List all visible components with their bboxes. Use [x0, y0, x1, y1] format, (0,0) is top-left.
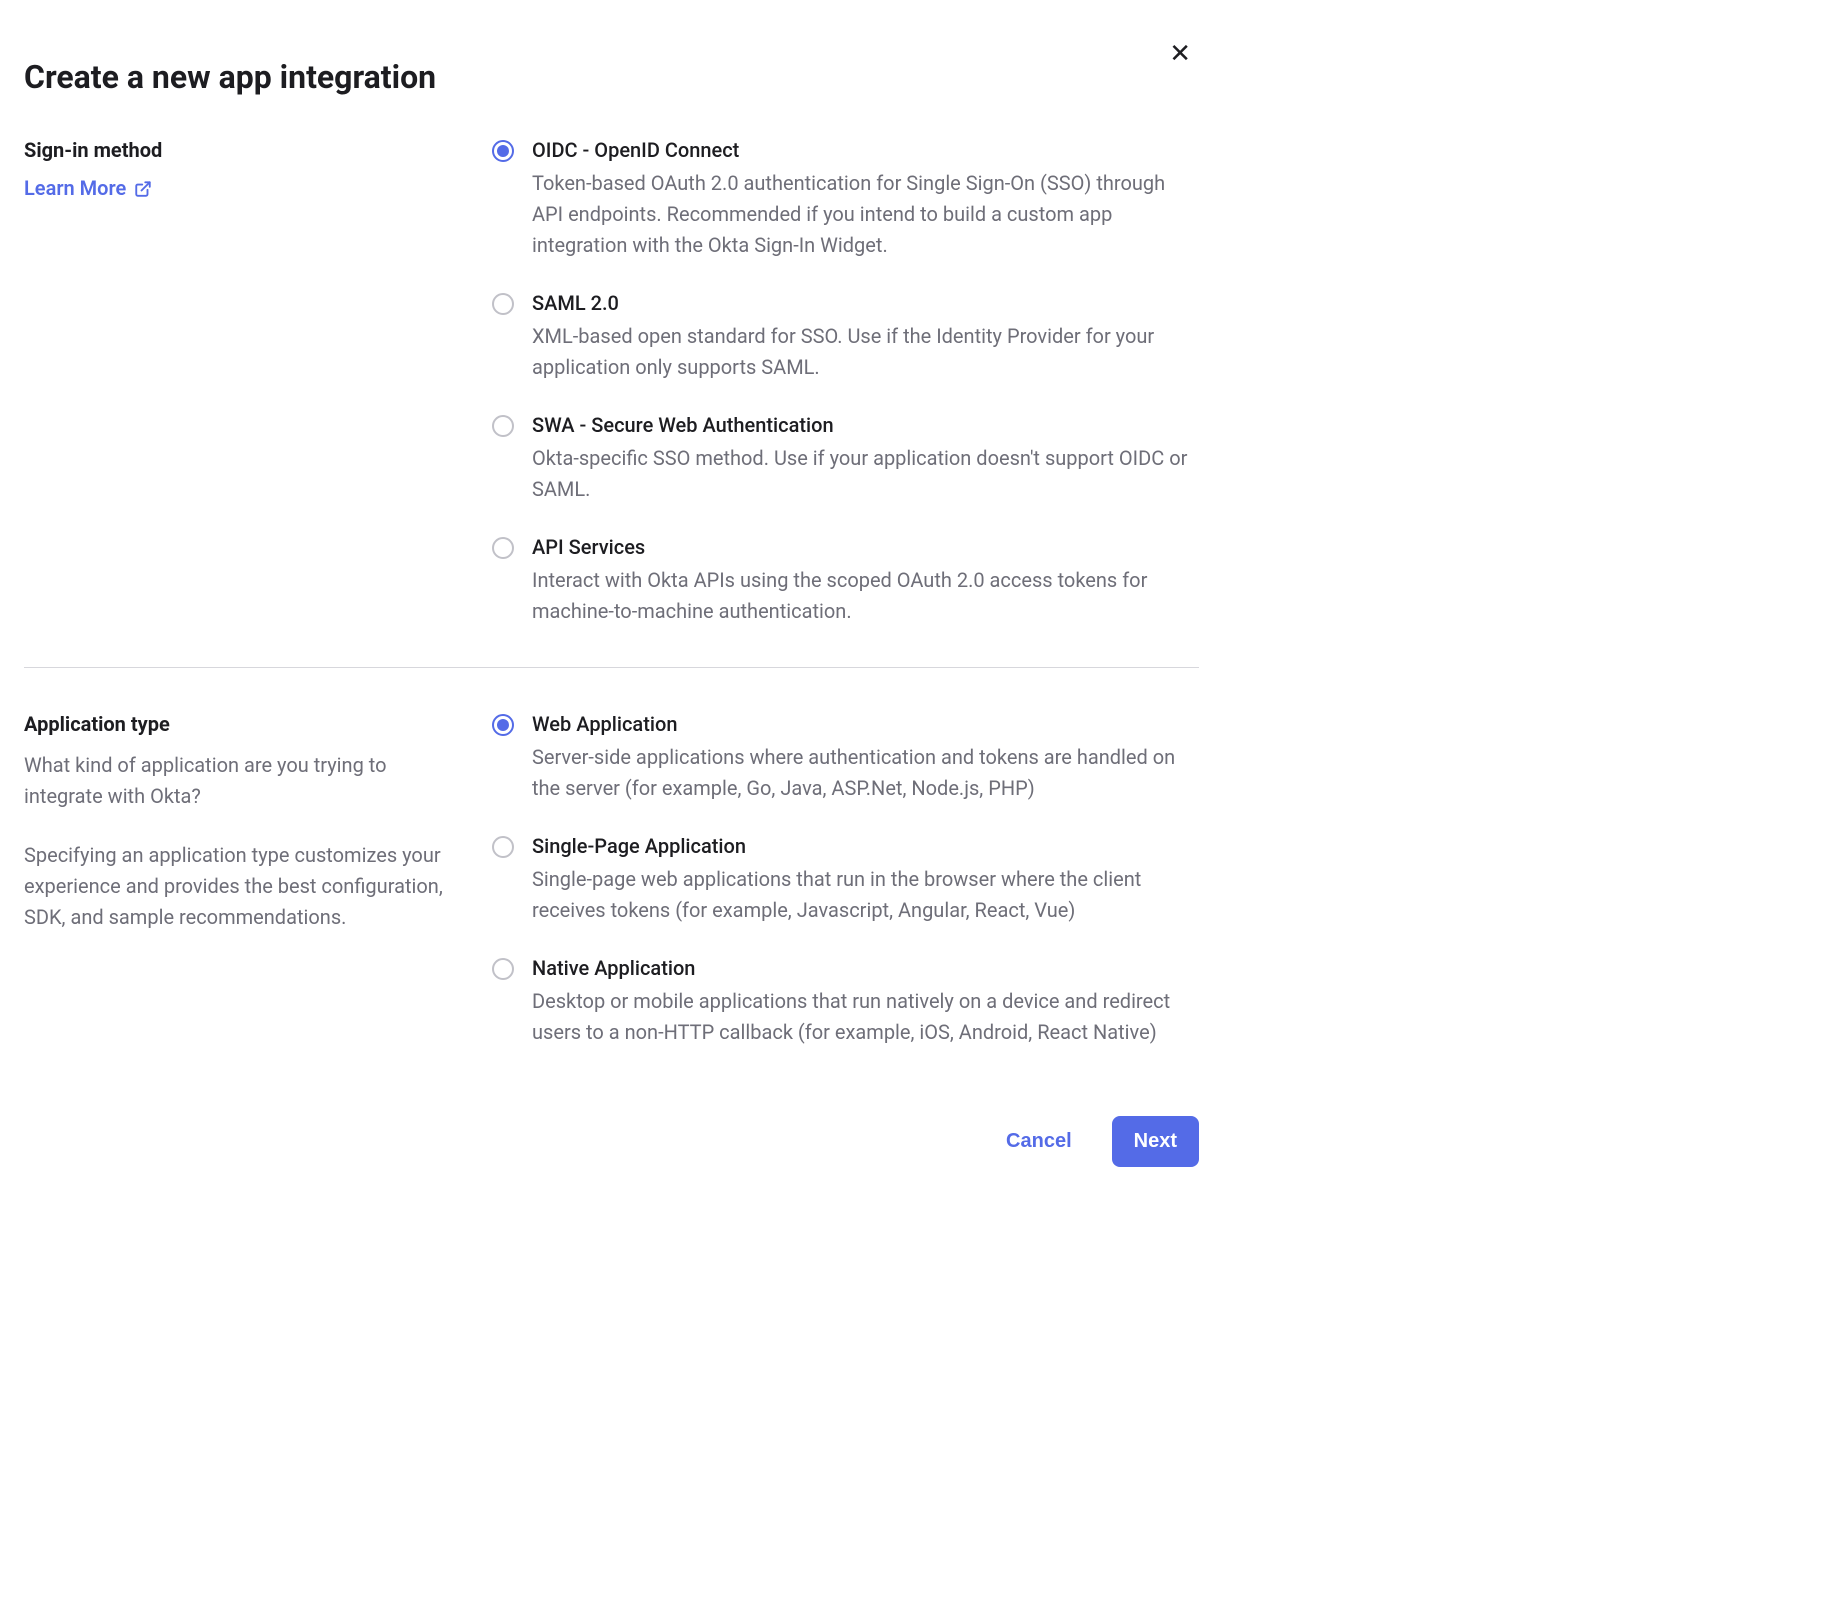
application-type-para-2: Specifying an application type customize…: [24, 840, 462, 933]
option-title: OIDC - OpenID Connect: [532, 138, 1199, 162]
option-desc: Interact with Okta APIs using the scoped…: [532, 565, 1199, 627]
radio-icon: [492, 537, 514, 559]
option-spa[interactable]: Single-Page Application Single-page web …: [492, 834, 1199, 926]
application-type-heading: Application type: [24, 712, 462, 736]
option-desc: Okta-specific SSO method. Use if your ap…: [532, 443, 1199, 505]
learn-more-link[interactable]: Learn More: [24, 176, 152, 200]
learn-more-label: Learn More: [24, 176, 126, 200]
radio-icon: [492, 293, 514, 315]
application-type-options: Web Application Server-side applications…: [492, 712, 1199, 1048]
radio-icon: [492, 714, 514, 736]
option-api-services[interactable]: API Services Interact with Okta APIs usi…: [492, 535, 1199, 627]
option-desc: XML-based open standard for SSO. Use if …: [532, 321, 1199, 383]
external-link-icon: [134, 179, 152, 197]
option-title: Single-Page Application: [532, 834, 1199, 858]
section-application-type: Application type What kind of applicatio…: [24, 667, 1199, 1088]
next-button[interactable]: Next: [1112, 1116, 1199, 1167]
option-desc: Server-side applications where authentic…: [532, 742, 1199, 804]
option-desc: Desktop or mobile applications that run …: [532, 986, 1199, 1048]
radio-icon: [492, 958, 514, 980]
option-title: API Services: [532, 535, 1199, 559]
option-title: SAML 2.0: [532, 291, 1199, 315]
page-title: Create a new app integration: [24, 58, 1199, 96]
application-type-para-1: What kind of application are you trying …: [24, 750, 462, 812]
option-title: Web Application: [532, 712, 1199, 736]
option-desc: Single-page web applications that run in…: [532, 864, 1199, 926]
section-sign-in-method: Sign-in method Learn More OIDC - OpenID …: [24, 138, 1199, 667]
option-native-app[interactable]: Native Application Desktop or mobile app…: [492, 956, 1199, 1048]
close-button[interactable]: ✕: [1165, 36, 1195, 70]
dialog-footer: Cancel Next: [24, 1088, 1199, 1167]
cancel-button[interactable]: Cancel: [1000, 1116, 1078, 1167]
option-swa[interactable]: SWA - Secure Web Authentication Okta-spe…: [492, 413, 1199, 505]
create-app-integration-dialog: ✕ Create a new app integration Sign-in m…: [24, 30, 1199, 1167]
radio-icon: [492, 415, 514, 437]
option-title: SWA - Secure Web Authentication: [532, 413, 1199, 437]
radio-icon: [492, 140, 514, 162]
sign-in-method-heading: Sign-in method: [24, 138, 462, 162]
option-web-app[interactable]: Web Application Server-side applications…: [492, 712, 1199, 804]
option-desc: Token-based OAuth 2.0 authentication for…: [532, 168, 1199, 261]
option-oidc[interactable]: OIDC - OpenID Connect Token-based OAuth …: [492, 138, 1199, 261]
option-title: Native Application: [532, 956, 1199, 980]
close-icon: ✕: [1169, 38, 1191, 68]
sign-in-method-options: OIDC - OpenID Connect Token-based OAuth …: [492, 138, 1199, 627]
radio-icon: [492, 836, 514, 858]
option-saml[interactable]: SAML 2.0 XML-based open standard for SSO…: [492, 291, 1199, 383]
